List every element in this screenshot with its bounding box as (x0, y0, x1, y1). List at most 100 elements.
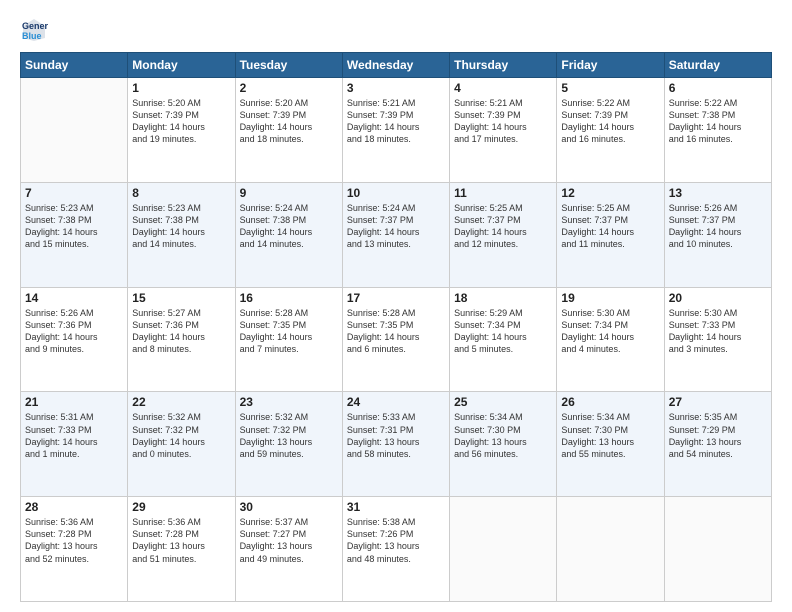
day-number: 30 (240, 500, 338, 514)
logo: General Blue (20, 16, 52, 44)
cell-info: Sunrise: 5:37 AM Sunset: 7:27 PM Dayligh… (240, 516, 338, 565)
day-number: 3 (347, 81, 445, 95)
logo-icon: General Blue (20, 16, 48, 44)
day-number: 26 (561, 395, 659, 409)
day-number: 14 (25, 291, 123, 305)
calendar-cell: 14 Sunrise: 5:26 AM Sunset: 7:36 PM Dayli… (21, 287, 128, 392)
day-number: 29 (132, 500, 230, 514)
day-number: 9 (240, 186, 338, 200)
header: General Blue (20, 16, 772, 44)
calendar-cell: 3 Sunrise: 5:21 AM Sunset: 7:39 PM Daylig… (342, 78, 449, 183)
calendar-week-2: 7 Sunrise: 5:23 AM Sunset: 7:38 PM Daylig… (21, 182, 772, 287)
cell-info: Sunrise: 5:26 AM Sunset: 7:36 PM Dayligh… (25, 307, 123, 356)
calendar-cell: 6 Sunrise: 5:22 AM Sunset: 7:38 PM Daylig… (664, 78, 771, 183)
calendar-week-3: 14 Sunrise: 5:26 AM Sunset: 7:36 PM Dayli… (21, 287, 772, 392)
calendar-cell: 9Sunrise: 5:24 AM Sunset: 7:38 PM Daylig… (235, 182, 342, 287)
cell-info: Sunrise: 5:22 AM Sunset: 7:38 PM Dayligh… (669, 97, 767, 146)
day-number: 22 (132, 395, 230, 409)
day-number: 21 (25, 395, 123, 409)
calendar-cell: 7Sunrise: 5:23 AM Sunset: 7:38 PM Daylig… (21, 182, 128, 287)
day-number: 8 (132, 186, 230, 200)
calendar-cell: 30 Sunrise: 5:37 AM Sunset: 7:27 PM Dayli… (235, 497, 342, 602)
calendar-cell: 2Sunrise: 5:20 AM Sunset: 7:39 PM Daylig… (235, 78, 342, 183)
calendar-cell: 28 Sunrise: 5:36 AM Sunset: 7:28 PM Dayli… (21, 497, 128, 602)
cell-info: Sunrise: 5:34 AM Sunset: 7:30 PM Dayligh… (454, 411, 552, 460)
calendar-cell: 18 Sunrise: 5:29 AM Sunset: 7:34 PM Dayli… (450, 287, 557, 392)
day-number: 7 (25, 186, 123, 200)
calendar-cell: 26 Sunrise: 5:34 AM Sunset: 7:30 PM Dayli… (557, 392, 664, 497)
col-header-wednesday: Wednesday (342, 53, 449, 78)
day-number: 20 (669, 291, 767, 305)
calendar-cell: 16Sunrise: 5:28 AM Sunset: 7:35 PM Dayli… (235, 287, 342, 392)
calendar-cell: 20 Sunrise: 5:30 AM Sunset: 7:33 PM Dayli… (664, 287, 771, 392)
cell-info: Sunrise: 5:38 AM Sunset: 7:26 PM Dayligh… (347, 516, 445, 565)
calendar-cell: 27 Sunrise: 5:35 AM Sunset: 7:29 PM Dayli… (664, 392, 771, 497)
cell-info: Sunrise: 5:34 AM Sunset: 7:30 PM Dayligh… (561, 411, 659, 460)
day-number: 11 (454, 186, 552, 200)
col-header-saturday: Saturday (664, 53, 771, 78)
day-number: 18 (454, 291, 552, 305)
calendar-cell: 29 Sunrise: 5:36 AM Sunset: 7:28 PM Dayli… (128, 497, 235, 602)
col-header-thursday: Thursday (450, 53, 557, 78)
day-number: 10 (347, 186, 445, 200)
day-number: 24 (347, 395, 445, 409)
cell-info: Sunrise: 5:22 AM Sunset: 7:39 PM Dayligh… (561, 97, 659, 146)
cell-info: Sunrise: 5:32 AM Sunset: 7:32 PM Dayligh… (240, 411, 338, 460)
calendar-cell: 23 Sunrise: 5:32 AM Sunset: 7:32 PM Dayli… (235, 392, 342, 497)
cell-info: Sunrise: 5:21 AM Sunset: 7:39 PM Dayligh… (454, 97, 552, 146)
calendar-table: SundayMondayTuesdayWednesdayThursdayFrid… (20, 52, 772, 602)
day-number: 6 (669, 81, 767, 95)
calendar-cell: 13 Sunrise: 5:26 AM Sunset: 7:37 PM Dayli… (664, 182, 771, 287)
calendar-week-5: 28 Sunrise: 5:36 AM Sunset: 7:28 PM Dayli… (21, 497, 772, 602)
day-number: 28 (25, 500, 123, 514)
day-number: 16 (240, 291, 338, 305)
calendar-cell: 22 Sunrise: 5:32 AM Sunset: 7:32 PM Dayli… (128, 392, 235, 497)
day-number: 2 (240, 81, 338, 95)
cell-info: Sunrise: 5:32 AM Sunset: 7:32 PM Dayligh… (132, 411, 230, 460)
calendar-cell: 8 Sunrise: 5:23 AM Sunset: 7:38 PM Daylig… (128, 182, 235, 287)
cell-info: Sunrise: 5:25 AM Sunset: 7:37 PM Dayligh… (561, 202, 659, 251)
day-number: 17 (347, 291, 445, 305)
cell-info: Sunrise: 5:30 AM Sunset: 7:33 PM Dayligh… (669, 307, 767, 356)
day-number: 23 (240, 395, 338, 409)
cell-info: Sunrise: 5:23 AM Sunset: 7:38 PM Dayligh… (132, 202, 230, 251)
cell-info: Sunrise: 5:28 AM Sunset: 7:35 PM Dayligh… (347, 307, 445, 356)
day-number: 15 (132, 291, 230, 305)
calendar-cell: 31 Sunrise: 5:38 AM Sunset: 7:26 PM Dayli… (342, 497, 449, 602)
col-header-monday: Monday (128, 53, 235, 78)
col-header-friday: Friday (557, 53, 664, 78)
day-number: 12 (561, 186, 659, 200)
calendar-cell: 1Sunrise: 5:20 AM Sunset: 7:39 PM Daylig… (128, 78, 235, 183)
calendar-header-row: SundayMondayTuesdayWednesdayThursdayFrid… (21, 53, 772, 78)
cell-info: Sunrise: 5:21 AM Sunset: 7:39 PM Dayligh… (347, 97, 445, 146)
calendar-cell: 5Sunrise: 5:22 AM Sunset: 7:39 PM Daylig… (557, 78, 664, 183)
calendar-cell: 12 Sunrise: 5:25 AM Sunset: 7:37 PM Dayli… (557, 182, 664, 287)
cell-info: Sunrise: 5:36 AM Sunset: 7:28 PM Dayligh… (25, 516, 123, 565)
cell-info: Sunrise: 5:36 AM Sunset: 7:28 PM Dayligh… (132, 516, 230, 565)
calendar-cell: 4 Sunrise: 5:21 AM Sunset: 7:39 PM Daylig… (450, 78, 557, 183)
cell-info: Sunrise: 5:24 AM Sunset: 7:37 PM Dayligh… (347, 202, 445, 251)
svg-text:Blue: Blue (22, 31, 42, 41)
cell-info: Sunrise: 5:30 AM Sunset: 7:34 PM Dayligh… (561, 307, 659, 356)
day-number: 13 (669, 186, 767, 200)
day-number: 4 (454, 81, 552, 95)
calendar-cell (664, 497, 771, 602)
page: General Blue SundayMondayTuesdayWednesda… (0, 0, 792, 612)
calendar-cell: 19 Sunrise: 5:30 AM Sunset: 7:34 PM Dayli… (557, 287, 664, 392)
cell-info: Sunrise: 5:25 AM Sunset: 7:37 PM Dayligh… (454, 202, 552, 251)
day-number: 25 (454, 395, 552, 409)
day-number: 27 (669, 395, 767, 409)
calendar-cell: 24 Sunrise: 5:33 AM Sunset: 7:31 PM Dayli… (342, 392, 449, 497)
calendar-week-4: 21 Sunrise: 5:31 AM Sunset: 7:33 PM Dayli… (21, 392, 772, 497)
cell-info: Sunrise: 5:27 AM Sunset: 7:36 PM Dayligh… (132, 307, 230, 356)
day-number: 19 (561, 291, 659, 305)
cell-info: Sunrise: 5:31 AM Sunset: 7:33 PM Dayligh… (25, 411, 123, 460)
calendar-cell: 17 Sunrise: 5:28 AM Sunset: 7:35 PM Dayli… (342, 287, 449, 392)
calendar-cell (21, 78, 128, 183)
cell-info: Sunrise: 5:33 AM Sunset: 7:31 PM Dayligh… (347, 411, 445, 460)
calendar-cell: 21 Sunrise: 5:31 AM Sunset: 7:33 PM Dayli… (21, 392, 128, 497)
cell-info: Sunrise: 5:26 AM Sunset: 7:37 PM Dayligh… (669, 202, 767, 251)
cell-info: Sunrise: 5:29 AM Sunset: 7:34 PM Dayligh… (454, 307, 552, 356)
day-number: 31 (347, 500, 445, 514)
cell-info: Sunrise: 5:35 AM Sunset: 7:29 PM Dayligh… (669, 411, 767, 460)
